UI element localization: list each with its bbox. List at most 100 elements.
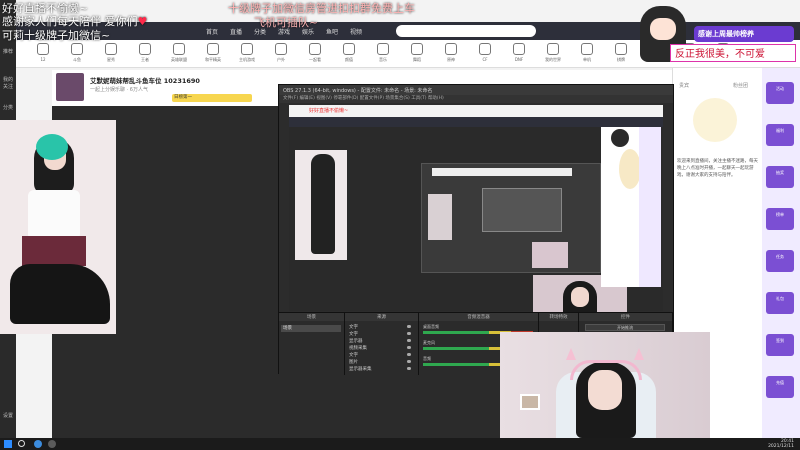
rail-item-follow[interactable]: 我的关注 xyxy=(2,76,14,96)
overlay-top-left: 好好直播不偷懒~ 感谢家人们每天陪伴 爱你们♥ 可莉十级牌子加微信~ xyxy=(0,0,200,46)
ad-column: 活动福利抽奖榜单任务礼包签到充值 xyxy=(762,68,800,438)
category-label: 我的世界 xyxy=(545,57,561,62)
dock-sources-title: 来源 xyxy=(345,313,418,321)
dock-mixer-title: 音频混音器 xyxy=(419,313,538,321)
tab-fans[interactable]: 粉丝团 xyxy=(733,82,748,89)
browser-icon[interactable] xyxy=(34,440,42,448)
category-label: 12 xyxy=(40,57,46,62)
source-item[interactable]: 文字 xyxy=(349,352,415,358)
ad-slot[interactable]: 榜单 xyxy=(766,208,794,230)
visibility-eye-icon[interactable] xyxy=(407,339,411,342)
obs-window: OBS 27.1.3 (64-bit, windows) - 配置文件: 未命名… xyxy=(278,84,674,332)
ad-slot[interactable]: 福利 xyxy=(766,124,794,146)
visibility-eye-icon[interactable] xyxy=(407,353,411,356)
category-label: 原神 xyxy=(447,57,455,62)
category-item[interactable]: 原神 xyxy=(436,43,466,63)
category-icon xyxy=(275,43,287,55)
category-item[interactable]: 户外 xyxy=(266,43,296,63)
source-item[interactable]: 显示器采集 xyxy=(349,366,415,372)
category-label: 和平精英 xyxy=(205,57,221,62)
category-icon xyxy=(309,43,321,55)
source-label: 显示器采集 xyxy=(349,367,372,372)
category-item[interactable]: CF xyxy=(470,43,500,62)
category-label: 斗鱼 xyxy=(73,57,81,62)
windows-start-icon[interactable] xyxy=(4,440,12,448)
face-sticker-icon xyxy=(36,134,68,160)
category-item[interactable]: 音乐 xyxy=(368,43,398,63)
category-item[interactable]: 王者 xyxy=(130,43,160,63)
category-icon xyxy=(343,43,355,55)
category-label: 舞蹈 xyxy=(413,57,421,62)
source-item[interactable]: 图片 xyxy=(349,359,415,365)
category-item[interactable]: 我的世界 xyxy=(538,43,568,63)
category-icon xyxy=(241,43,253,55)
nav-link-home[interactable]: 首页 xyxy=(206,27,218,36)
category-item[interactable]: 一起看 xyxy=(300,43,330,63)
category-item[interactable]: 斗鱼 xyxy=(62,43,92,63)
category-item[interactable]: 和平精英 xyxy=(198,43,228,63)
category-label: 音乐 xyxy=(379,57,387,62)
obs-title-bar[interactable]: OBS 27.1.3 (64-bit, windows) - 配置文件: 未命名… xyxy=(279,85,673,95)
obs-mascot-image xyxy=(619,149,641,189)
category-item[interactable]: 英雄联盟 xyxy=(164,43,194,63)
source-item[interactable]: 文字 xyxy=(349,331,415,337)
dock-controls-title: 控件 xyxy=(579,313,672,321)
mixer-channel-label: 桌面音频 xyxy=(423,324,439,329)
category-label: CF xyxy=(482,57,488,62)
taskbar-clock[interactable]: 20:41 2021/12/11 xyxy=(768,439,794,449)
visibility-eye-icon[interactable] xyxy=(407,325,411,328)
category-item[interactable]: 棋牌 xyxy=(606,43,636,63)
photo-panel xyxy=(0,120,116,334)
category-icon xyxy=(445,43,457,55)
taskbar-date: 2021/12/11 xyxy=(768,444,794,449)
visibility-eye-icon[interactable] xyxy=(407,367,411,370)
mixer-channel-label: 麦克风 xyxy=(423,340,435,345)
scene-item[interactable]: 场景 xyxy=(281,325,341,332)
ad-slot[interactable]: 任务 xyxy=(766,250,794,272)
source-item[interactable]: 显示器 xyxy=(349,338,415,344)
overlay-right-text: 反正我很美，不可爱 xyxy=(670,44,796,62)
avatar[interactable] xyxy=(56,73,84,101)
visibility-eye-icon[interactable] xyxy=(407,360,411,363)
photo-shirt xyxy=(28,190,80,240)
obs-menu-bar[interactable]: 文件(F) 编辑(E) 视图(V) 停靠部件(D) 配置文件(P) 场景集合(S… xyxy=(279,95,673,103)
picture-frame xyxy=(520,394,540,410)
category-item[interactable]: 主机游戏 xyxy=(232,43,262,63)
ad-slot[interactable]: 抽奖 xyxy=(766,166,794,188)
rail-item-recommend[interactable]: 推荐 xyxy=(2,48,14,68)
rail-item-settings[interactable]: 设置 xyxy=(2,412,14,432)
source-item[interactable]: 视频采集 xyxy=(349,345,415,351)
category-label: 户外 xyxy=(277,57,285,62)
tab-vip[interactable]: 贵宾 xyxy=(679,82,689,89)
dock-scenes-title: 场景 xyxy=(279,313,344,321)
room-title: 艾默妮萌妹帮乱斗鱼车位 10231690 xyxy=(90,77,200,85)
visibility-eye-icon[interactable] xyxy=(407,346,411,349)
ad-slot[interactable]: 礼包 xyxy=(766,292,794,314)
category-item[interactable]: DNF xyxy=(504,43,534,62)
heart-icon: ♥ xyxy=(137,15,148,28)
obs-preview-ad-column xyxy=(639,127,661,287)
obs-preview[interactable]: 好好直播不偷懒~ xyxy=(289,105,663,329)
photo-legs xyxy=(10,264,110,324)
ad-slot[interactable]: 活动 xyxy=(766,82,794,104)
category-label: 一起看 xyxy=(309,57,321,62)
obs-preview-nav xyxy=(289,117,663,127)
category-icon xyxy=(547,43,559,55)
category-item[interactable]: 颜值 xyxy=(334,43,364,63)
ad-slot[interactable]: 充值 xyxy=(766,376,794,398)
category-item[interactable]: 舞蹈 xyxy=(402,43,432,63)
nested-capture-cam xyxy=(532,242,568,268)
nested-capture-bar xyxy=(432,168,572,176)
ad-slot[interactable]: 签到 xyxy=(766,334,794,356)
source-item[interactable]: 文字 xyxy=(349,324,415,330)
source-label: 显示器 xyxy=(349,339,363,344)
obs-icon[interactable] xyxy=(48,440,56,448)
visibility-eye-icon[interactable] xyxy=(407,332,411,335)
category-item[interactable]: 星秀 xyxy=(96,43,126,63)
obs-control-button[interactable]: 开始推流 xyxy=(585,324,665,331)
right-tabs: 贵宾 粉丝团 xyxy=(673,82,763,92)
search-icon[interactable] xyxy=(18,440,25,447)
overlay-mid-line-2: 飞机可插队~ xyxy=(254,16,319,29)
category-label: 棋牌 xyxy=(617,57,625,62)
category-item[interactable]: 单机 xyxy=(572,43,602,63)
